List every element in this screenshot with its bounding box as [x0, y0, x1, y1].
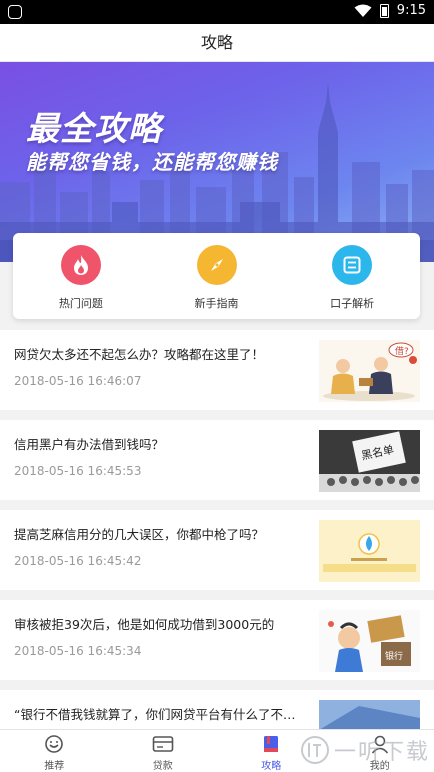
article-title: 审核被拒39次后，他是如何成功借到3000元的	[14, 617, 275, 632]
quick-link-beginner-guide[interactable]: 新手指南	[149, 233, 285, 319]
compass-icon	[196, 245, 237, 285]
list-item[interactable]: 信用黑户有办法借到钱吗？ 2018-05-16 16:45:53 黑名单	[0, 420, 434, 500]
battery-icon	[379, 3, 389, 18]
article-thumbnail: 借?	[319, 340, 420, 402]
quick-link-hot-questions[interactable]: 热门问题	[13, 233, 149, 319]
quick-link-loan-analysis[interactable]: 口子解析	[284, 233, 420, 319]
book-icon	[260, 733, 282, 755]
wifi-icon	[354, 4, 372, 17]
page-title: 攻略	[0, 24, 434, 62]
status-bar: 9:15	[0, 0, 434, 24]
notification-icon	[8, 5, 22, 19]
article-thumbnail: 黑名单	[319, 430, 420, 492]
article-title: 提高芝麻信用分的几大误区，你都中枪了吗？	[14, 527, 265, 542]
flame-icon	[60, 245, 101, 285]
watermark-logo-icon	[300, 736, 329, 764]
tab-label: 攻略	[261, 761, 282, 772]
list-item[interactable]: 网贷欠太多还不起怎么办？攻略都在这里了！ 2018-05-16 16:46:07…	[0, 330, 434, 410]
quick-link-label: 热门问题	[58, 297, 103, 310]
banner-title: 最全攻略	[26, 109, 162, 148]
document-icon	[332, 245, 373, 285]
article-thumbnail: 银行	[319, 610, 420, 672]
list-item[interactable]: “银行不借我钱就算了，你们网贷平台有什么了不起…	[0, 690, 434, 730]
status-indicators: 9:15	[354, 3, 426, 18]
quick-link-label: 口子解析	[330, 297, 375, 310]
tab-label: 贷款	[152, 761, 173, 772]
article-thumbnail	[319, 700, 420, 730]
quick-link-label: 新手指南	[194, 297, 239, 310]
list-item[interactable]: 提高芝麻信用分的几大误区，你都中枪了吗？ 2018-05-16 16:45:42	[0, 510, 434, 590]
smile-face-icon	[43, 733, 65, 755]
quick-links-card: 热门问题 新手指南 口子解析	[13, 233, 420, 319]
list-item[interactable]: 审核被拒39次后，他是如何成功借到3000元的 2018-05-16 16:45…	[0, 600, 434, 680]
tab-recommend[interactable]: 推荐	[0, 730, 109, 772]
tab-loan[interactable]: 贷款	[109, 730, 218, 772]
watermark: 一听下载	[300, 733, 430, 767]
card-icon	[152, 733, 174, 755]
banner[interactable]: 最全攻略 能帮您省钱，还能帮您赚钱	[0, 62, 434, 262]
article-title: 信用黑户有办法借到钱吗？	[14, 437, 165, 452]
thumbnail-text: 借?	[395, 345, 409, 357]
article-date: 2018-05-16 16:45:42	[14, 554, 142, 568]
article-title: “银行不借我钱就算了，你们网贷平台有什么了不起…	[14, 707, 304, 722]
article-date: 2018-05-16 16:45:34	[14, 644, 142, 658]
banner-subtitle: 能帮您省钱，还能帮您赚钱	[26, 150, 278, 174]
article-date: 2018-05-16 16:45:53	[14, 464, 142, 478]
watermark-text: 一听下载	[333, 740, 430, 765]
article-title: 网贷欠太多还不起怎么办？攻略都在这里了！	[14, 347, 265, 362]
article-thumbnail	[319, 520, 420, 582]
tab-label: 推荐	[44, 761, 65, 772]
article-date: 2018-05-16 16:46:07	[14, 374, 142, 388]
thumbnail-text: 银行	[385, 650, 403, 662]
status-time: 9:15	[396, 3, 426, 18]
